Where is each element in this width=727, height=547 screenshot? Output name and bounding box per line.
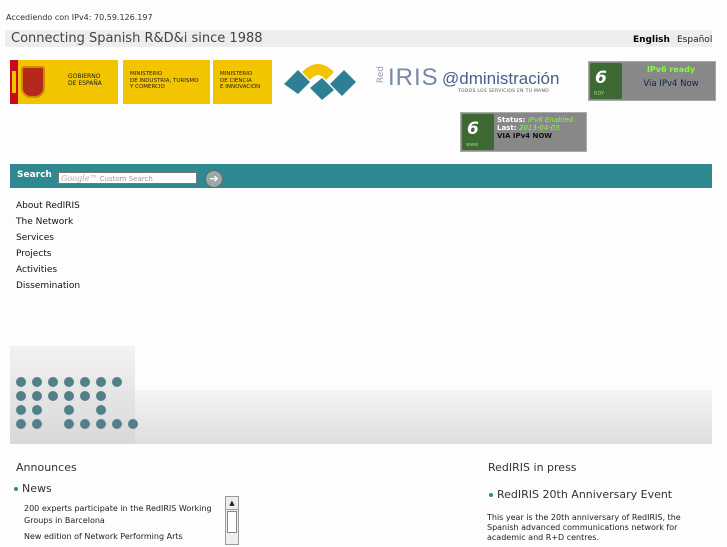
dot-mark <box>32 419 42 429</box>
scroll-thumb[interactable] <box>227 511 237 533</box>
ipv6-www-logo-text: 6 <box>467 119 479 139</box>
dot-mark <box>96 419 106 429</box>
search-placeholder: Custom Search <box>99 175 153 183</box>
rediris-red-label: Red <box>376 66 386 84</box>
dot-mark <box>48 377 58 387</box>
search-label: Search <box>17 170 52 180</box>
nav-item-dissemination[interactable]: Dissemination <box>16 281 80 297</box>
rediris-emblem-icon[interactable] <box>280 58 360 102</box>
ipv6-ready-badge[interactable]: 6 RDY IPv6 ready Via IPv4 Now <box>588 61 716 101</box>
ipv6-logo-text: 6 <box>595 68 607 88</box>
decorative-banner <box>10 346 712 444</box>
news-heading: News <box>14 482 52 495</box>
nav-item-about[interactable]: About RedIRIS <box>16 201 80 217</box>
news-list: 200 experts participate in the RedIRIS W… <box>24 503 214 547</box>
lang-english-link[interactable]: English <box>633 35 670 45</box>
gobierno-logo[interactable]: GOBIERNO DE ESPAÑA <box>10 60 118 104</box>
rediris-logo[interactable]: IRIS <box>388 64 439 92</box>
search-submit-button[interactable]: ➔ <box>205 170 223 188</box>
dot-mark <box>64 419 74 429</box>
administracion-logo[interactable]: @dministración <box>442 69 559 89</box>
site-tagline: Connecting Spanish R&D&i since 1988 <box>11 31 263 46</box>
press-heading: RedIRIS in press <box>488 461 577 474</box>
dot-mark <box>32 391 42 401</box>
ipv6-last-line: Last: 2013-04-03 <box>497 124 560 132</box>
bullet-icon <box>14 487 18 491</box>
lang-spanish-link[interactable]: Español <box>677 35 712 45</box>
ipv6-www-logo-sub: www <box>466 142 479 148</box>
ministry-industry-logo[interactable]: MINISTERIO DE INDUSTRIA, TURISMO Y COMER… <box>122 60 210 104</box>
dot-mark <box>48 391 58 401</box>
dot-mark <box>64 391 74 401</box>
ipv6-logo-icon: 6 RDY <box>590 63 622 99</box>
dot-mark <box>96 391 106 401</box>
spain-flag-icon <box>10 60 18 104</box>
google-logo: Google™ <box>61 174 98 183</box>
nav-item-network[interactable]: The Network <box>16 217 80 233</box>
ipv6-via-text: Via IPv4 Now <box>643 79 699 89</box>
dot-mark <box>64 377 74 387</box>
search-input[interactable]: Google™ Custom Search <box>58 172 197 184</box>
scroll-up-icon[interactable]: ▲ <box>226 497 238 510</box>
dot-mark <box>80 419 90 429</box>
dot-mark <box>16 405 26 415</box>
news-item[interactable]: 200 experts participate in the RedIRIS W… <box>24 503 214 527</box>
ipv6-www-logo-icon: 6 www <box>462 114 494 150</box>
press-item-text: This year is the 20th anniversary of Red… <box>487 513 681 542</box>
nav-item-projects[interactable]: Projects <box>16 249 80 265</box>
ipv6-status-via: VIA IPv4 NOW <box>497 132 553 140</box>
dot-mark <box>112 377 122 387</box>
ministry-science-logo[interactable]: MINISTERIO DE CIENCIA E INNOVACIÓN <box>212 60 272 104</box>
dot-mark <box>32 405 42 415</box>
news-item[interactable]: New edition of Network Performing Arts <box>24 531 214 543</box>
dot-mark <box>80 377 90 387</box>
gobierno-label: GOBIERNO DE ESPAÑA <box>68 73 102 87</box>
dot-mark <box>64 405 74 415</box>
main-nav: About RedIRIS The Network Services Proje… <box>16 201 80 297</box>
ipv6-status-line: Status: IPv6 Enabled <box>497 116 574 124</box>
ipv6-logo-sub: RDY <box>594 91 605 97</box>
dot-mark <box>32 377 42 387</box>
dot-mark <box>96 377 106 387</box>
dot-mark <box>16 377 26 387</box>
ipv6-status-badge[interactable]: 6 www Status: IPv6 Enabled Last: 2013-04… <box>460 112 587 152</box>
administracion-subtitle: TODOS LOS SERVICIOS EN TU MANO <box>458 89 550 94</box>
dot-mark <box>16 391 26 401</box>
dot-mark <box>128 419 138 429</box>
nav-item-services[interactable]: Services <box>16 233 80 249</box>
dot-mark <box>96 405 106 415</box>
ip-address-text: Accediendo con IPv4: 70.59.126.197 <box>6 13 153 22</box>
press-item-title[interactable]: RedIRIS 20th Anniversary Event <box>489 488 672 501</box>
ipv6-ready-status: IPv6 ready <box>646 65 696 74</box>
coat-of-arms-icon <box>21 66 45 98</box>
bullet-icon <box>489 493 493 497</box>
dot-mark <box>112 419 122 429</box>
nav-item-activities[interactable]: Activities <box>16 265 80 281</box>
dot-mark <box>80 391 90 401</box>
news-scrollbar[interactable]: ▲ <box>225 496 239 545</box>
dot-mark <box>16 419 26 429</box>
announces-heading: Announces <box>16 461 77 474</box>
